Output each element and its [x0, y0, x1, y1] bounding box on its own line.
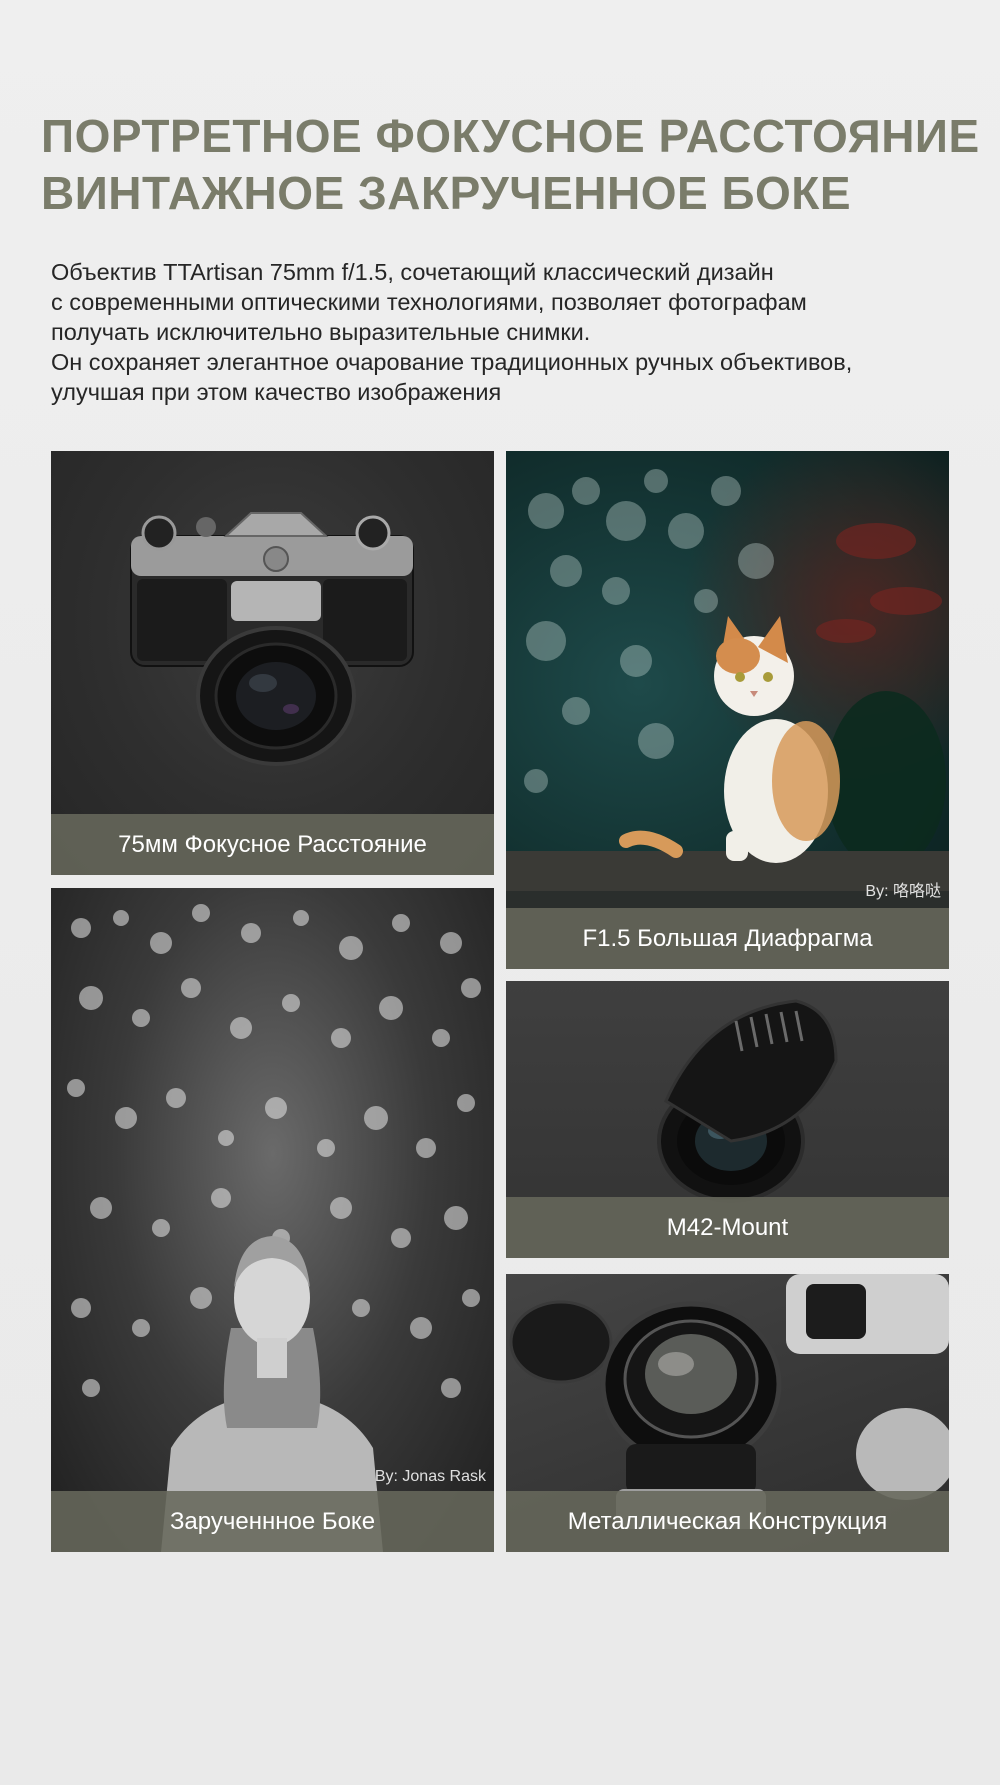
caption-aperture: F1.5 Большая Диафрагма: [506, 908, 949, 969]
feature-card-mount: M42-Mount: [506, 981, 949, 1258]
headline: ПОРТРЕТНОЕ ФОКУСНОЕ РАССТОЯНИЕ ВИНТАЖНОЕ…: [41, 108, 981, 222]
feature-card-bokeh: By: Jonas Rask Зарученнное Боке: [51, 888, 494, 1552]
headline-line-1: ПОРТРЕТНОЕ ФОКУСНОЕ РАССТОЯНИЕ: [41, 110, 980, 162]
bokeh-portrait-illustration: [67, 904, 481, 1552]
product-page: ПОРТРЕТНОЕ ФОКУСНОЕ РАССТОЯНИЕ ВИНТАЖНОЕ…: [0, 0, 1000, 1785]
caption-bokeh: Зарученнное Боке: [51, 1491, 494, 1552]
camera-photo: [51, 451, 494, 875]
headline-line-2: ВИНТАЖНОЕ ЗАКРУЧЕННОЕ БОКЕ: [41, 167, 852, 219]
caption-mount: M42-Mount: [506, 1197, 949, 1258]
feature-card-metal: Металлическая Конструкция: [506, 1274, 949, 1552]
intro-line: Объектив TTArtisan 75mm f/1.5, сочетающи…: [51, 259, 774, 285]
portrait-photo: [51, 888, 494, 1552]
feature-card-aperture: By: 咯咯哒 F1.5 Большая Диафрагма: [506, 451, 949, 969]
intro-line: улучшая при этом качество изображения: [51, 379, 502, 405]
feature-card-focal-length: 75мм Фокусное Расстояние: [51, 451, 494, 875]
intro-line: с современными оптическими технологиями,…: [51, 289, 807, 315]
caption-focal-length: 75мм Фокусное Расстояние: [51, 814, 494, 875]
camera-illustration: [130, 512, 414, 766]
intro-line: получать исключительно выразительные сни…: [51, 319, 591, 345]
caption-metal: Металлическая Конструкция: [506, 1491, 949, 1552]
intro-line: Он сохраняет элегантное очарование тради…: [51, 349, 853, 375]
intro-paragraph: Объектив TTArtisan 75mm f/1.5, сочетающи…: [51, 257, 981, 407]
photo-credit-portrait: By: Jonas Rask: [374, 1468, 486, 1485]
photo-credit-cat: By: 咯咯哒: [865, 883, 941, 900]
